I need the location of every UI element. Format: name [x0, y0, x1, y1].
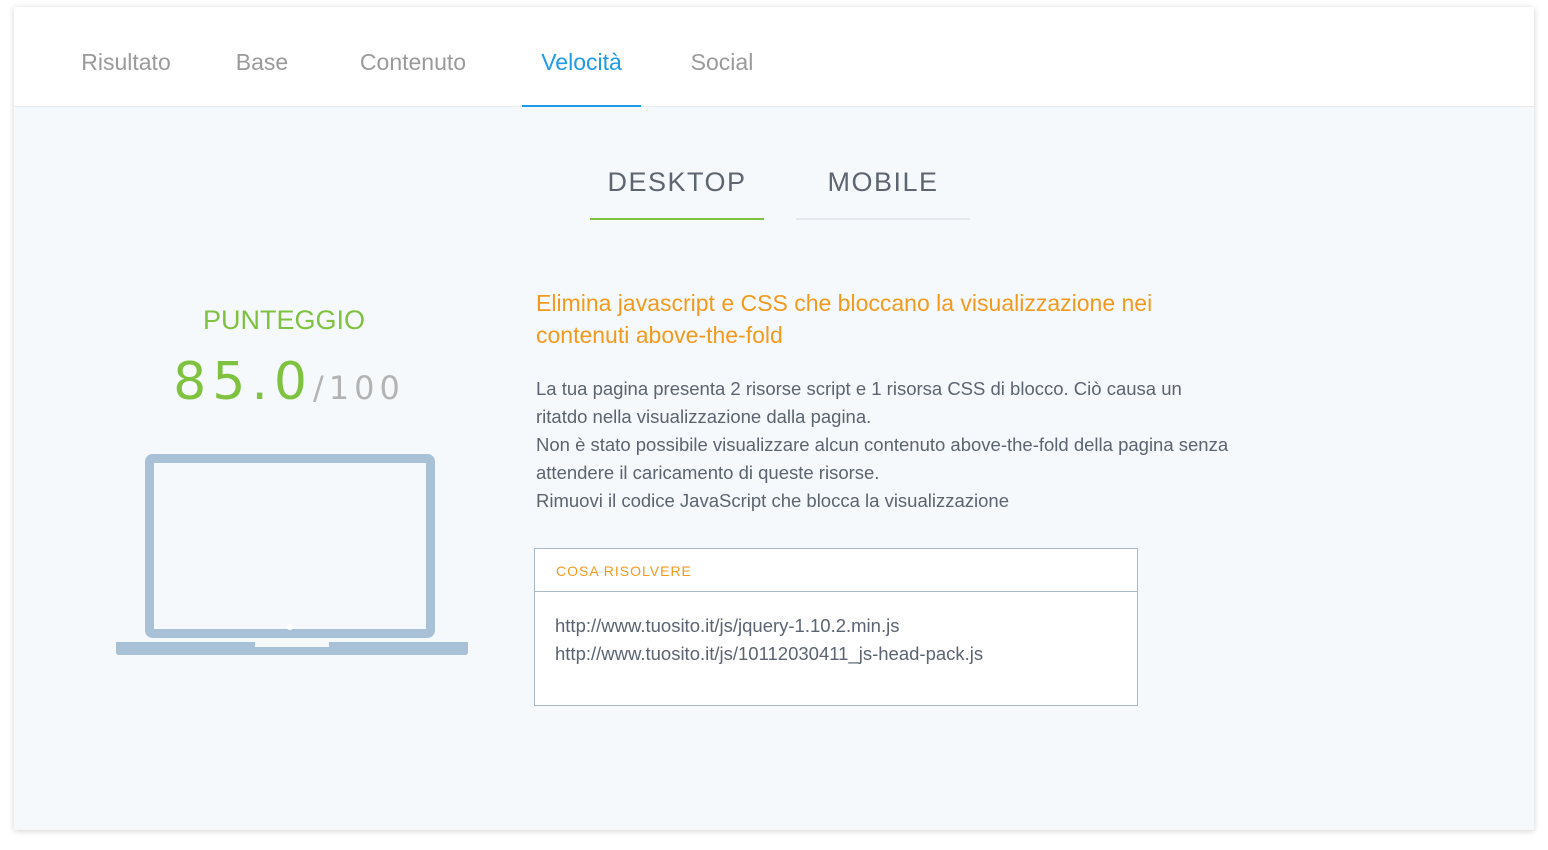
score-display: 85.0/100: [154, 352, 424, 412]
issue-description: La tua pagina presenta 2 risorse script …: [536, 375, 1236, 515]
laptop-icon: [114, 452, 470, 663]
tab-base[interactable]: Base: [220, 7, 304, 107]
issue-description-line: Rimuovi il codice JavaScript che blocca …: [536, 490, 1009, 511]
tab-velocita[interactable]: Velocità: [522, 7, 641, 107]
speed-report-card: Risultato Base Contenuto Velocità Social…: [14, 7, 1534, 830]
fix-list: http://www.tuosito.it/js/jquery-1.10.2.m…: [535, 592, 1137, 668]
tab-contenuto[interactable]: Contenuto: [340, 7, 486, 107]
issue-description-line: Non è stato possibile visualizzare alcun…: [536, 434, 1229, 483]
fix-box-header: COSA RISOLVERE: [535, 549, 1137, 592]
tab-social[interactable]: Social: [676, 7, 768, 107]
fix-box: COSA RISOLVERE http://www.tuosito.it/js/…: [534, 548, 1138, 706]
score-label: PUNTEGGIO: [202, 305, 365, 335]
score-value: 85.0: [173, 352, 313, 412]
tab-desktop[interactable]: DESKTOP: [590, 167, 764, 220]
score-max: /100: [312, 369, 405, 407]
issue-title: Elimina javascript e CSS che bloccano la…: [536, 290, 1153, 348]
issue-description-line: La tua pagina presenta 2 risorse script …: [536, 378, 1182, 427]
fix-list-item: http://www.tuosito.it/js/jquery-1.10.2.m…: [555, 615, 900, 636]
section-tabs: Risultato Base Contenuto Velocità Social: [14, 7, 1534, 107]
tab-risultato[interactable]: Risultato: [58, 7, 194, 107]
tab-mobile[interactable]: MOBILE: [796, 167, 970, 220]
fix-list-item: http://www.tuosito.it/js/10112030411_js-…: [555, 643, 984, 664]
